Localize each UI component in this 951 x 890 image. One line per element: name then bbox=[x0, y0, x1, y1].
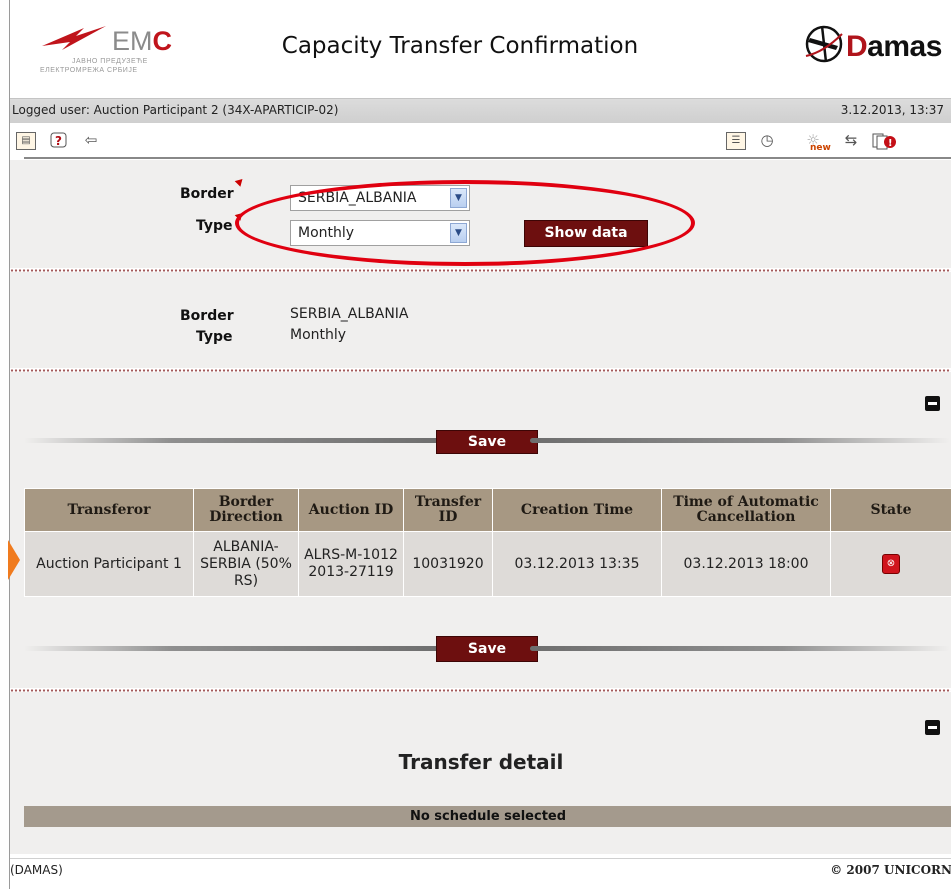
back-arrow-icon[interactable]: ⇦ bbox=[82, 132, 100, 148]
collapse-icon[interactable] bbox=[925, 396, 940, 411]
app-frame: EMC ЈАВНО ПРЕДУЗЕЋЕ ЕЛЕКТРОМРЕЖА СРБИЈЕ … bbox=[9, 0, 951, 889]
damas-plane-icon bbox=[802, 22, 846, 66]
new-label: new bbox=[810, 140, 831, 156]
collapse-icon[interactable] bbox=[925, 720, 940, 735]
emc-logo-subtitle-1: ЈАВНО ПРЕДУЗЕЋЕ bbox=[72, 58, 148, 65]
table-row[interactable]: Auction Participant 1 ALBANIA-SERBIA (50… bbox=[25, 532, 951, 597]
pointer-arrow-icon bbox=[8, 540, 20, 580]
transfer-detail-section: Transfer detail No schedule selected bbox=[10, 692, 951, 854]
summary-type-value: Monthly bbox=[290, 327, 346, 343]
save-button-top[interactable]: Save bbox=[436, 430, 538, 454]
transfer-detail-title: Transfer detail bbox=[10, 750, 951, 774]
column-header-transfer-id: Transfer ID bbox=[404, 489, 493, 532]
summary-border-value: SERBIA_ALBANIA bbox=[290, 306, 409, 322]
new-bulb-icon[interactable]: ☼new bbox=[798, 132, 828, 148]
table-header-row: Transferor Border Direction Auction ID T… bbox=[25, 489, 951, 532]
footer-copyright: © 2007 UNICORN bbox=[830, 863, 951, 877]
svg-text:!: ! bbox=[888, 138, 893, 149]
damas-logo-accent: D bbox=[846, 30, 867, 63]
column-header-auction-id: Auction ID bbox=[299, 489, 404, 532]
svg-text:?: ? bbox=[55, 134, 62, 148]
transfer-arrows-icon[interactable]: ⇆ bbox=[842, 132, 860, 148]
required-marker bbox=[235, 176, 246, 187]
cell-transfer-id: 10031920 bbox=[404, 532, 493, 597]
no-schedule-message: No schedule selected bbox=[24, 806, 951, 827]
cell-transferor: Auction Participant 1 bbox=[25, 532, 194, 597]
emc-logo-name: EM bbox=[112, 26, 153, 56]
cell-state: ⊗ bbox=[831, 532, 951, 597]
pages-alert-icon[interactable]: ! bbox=[872, 132, 896, 148]
cell-cancellation-time: 03.12.2013 18:00 bbox=[662, 532, 831, 597]
list-icon[interactable]: ☰ bbox=[726, 132, 746, 150]
header: EMC ЈАВНО ПРЕДУЗЕЋЕ ЕЛЕКТРОМРЕЖА СРБИЈЕ … bbox=[10, 0, 951, 96]
page-title: Capacity Transfer Confirmation bbox=[250, 33, 670, 59]
clock-icon[interactable]: ◷ bbox=[758, 132, 776, 148]
emc-logo-accent: C bbox=[153, 26, 173, 56]
save-button-bottom[interactable]: Save bbox=[436, 636, 538, 662]
column-header-state: State bbox=[831, 489, 951, 532]
summary-border-label: Border bbox=[180, 308, 234, 324]
rule-left bbox=[24, 646, 444, 651]
document-icon[interactable]: ▤ bbox=[16, 132, 36, 150]
rule-right bbox=[530, 646, 950, 651]
rule-right bbox=[530, 438, 950, 443]
column-header-transferor: Transferor bbox=[25, 489, 194, 532]
transfers-table: Transferor Border Direction Auction ID T… bbox=[24, 488, 951, 597]
border-label: Border bbox=[180, 186, 234, 202]
logged-user: Logged user: Auction Participant 2 (34X-… bbox=[12, 103, 338, 117]
summary-type-label: Type bbox=[196, 329, 233, 345]
column-header-cancellation-time: Time of Automatic Cancellation bbox=[662, 489, 831, 532]
footer: (DAMAS) © 2007 UNICORN bbox=[10, 858, 951, 890]
summary-section: Border Type SERBIA_ALBANIA Monthly bbox=[10, 272, 951, 368]
column-header-creation-time: Creation Time bbox=[493, 489, 662, 532]
toolbar: ▤ ? ⇦ ☰ ◷ ☼new ⇆ ! bbox=[10, 123, 951, 157]
cell-auction-id: ALRS-M-10122013-27119 bbox=[299, 532, 404, 597]
current-datetime: 3.12.2013, 13:37 bbox=[841, 103, 944, 117]
damas-logo: Damas bbox=[802, 22, 942, 72]
column-header-border-direction: Border Direction bbox=[194, 489, 299, 532]
cell-creation-time: 03.12.2013 13:35 bbox=[493, 532, 662, 597]
damas-logo-name: amas bbox=[867, 30, 942, 63]
lightning-logo-icon bbox=[38, 22, 108, 56]
cell-border-direction: ALBANIA-SERBIA (50% RS) bbox=[194, 532, 299, 597]
user-bar: Logged user: Auction Participant 2 (34X-… bbox=[10, 98, 951, 124]
rule-left bbox=[24, 438, 444, 443]
footer-app-name: (DAMAS) bbox=[10, 863, 63, 877]
cancel-icon[interactable]: ⊗ bbox=[882, 554, 900, 574]
type-label: Type bbox=[196, 218, 233, 234]
emc-logo: EMC ЈАВНО ПРЕДУЗЕЋЕ ЕЛЕКТРОМРЕЖА СРБИЈЕ bbox=[38, 22, 198, 82]
highlight-ellipse bbox=[235, 180, 695, 266]
emc-logo-subtitle-2: ЕЛЕКТРОМРЕЖА СРБИЈЕ bbox=[40, 67, 138, 74]
help-icon[interactable]: ? bbox=[50, 132, 68, 148]
